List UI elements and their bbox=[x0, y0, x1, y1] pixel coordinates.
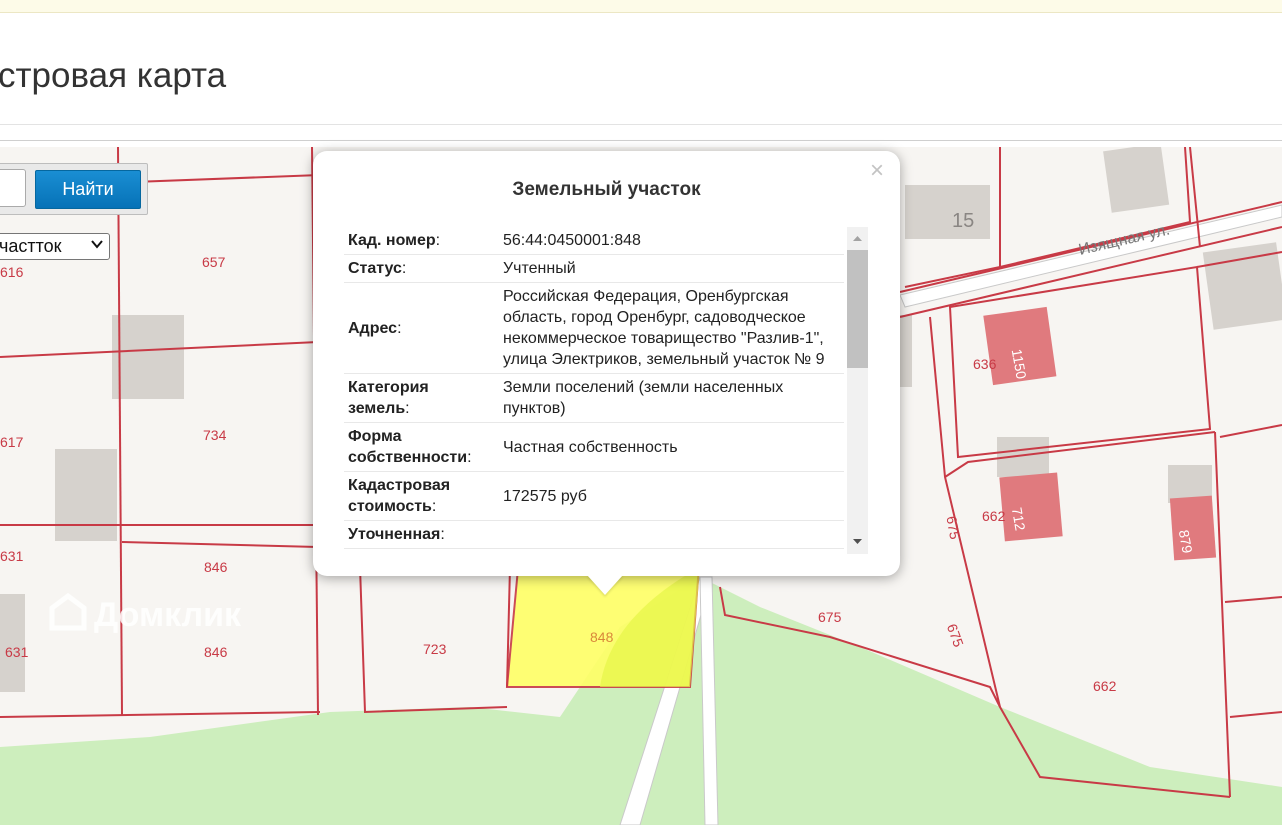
popup-title: Земельный участок bbox=[512, 179, 701, 200]
row-value: Учтенный bbox=[495, 254, 844, 283]
parcel-label: 723 bbox=[423, 641, 447, 657]
popup-scrollbar[interactable] bbox=[847, 227, 868, 554]
parcel-info-table-viewport[interactable]: Кад. номер: 56:44:0450001:848 Статус: Учтен… bbox=[344, 227, 844, 554]
chevron-down-icon bbox=[91, 240, 103, 249]
table-row: Кадастровая стоимость: 172575 руб bbox=[344, 471, 844, 521]
parcel-label: 675 bbox=[818, 609, 842, 625]
row-label-text: Адрес bbox=[348, 319, 398, 337]
domclick-watermark: Домклик bbox=[48, 592, 241, 635]
parcel-label: 631 bbox=[0, 548, 24, 564]
row-label: Адрес: bbox=[344, 282, 495, 374]
row-value: 172575 руб bbox=[495, 471, 844, 521]
notification-bar bbox=[0, 0, 1282, 13]
parcel-label: 848 bbox=[590, 629, 614, 645]
row-label: Статус: bbox=[344, 254, 495, 283]
row-label: Уточненная: bbox=[344, 520, 495, 549]
scrollbar-thumb[interactable] bbox=[847, 250, 868, 368]
row-value: Земли поселений (земли населенных пункто… bbox=[495, 373, 844, 423]
parcel-label: 675 bbox=[943, 515, 963, 541]
parcel-label: 631 bbox=[5, 644, 29, 660]
row-label: Категория земель: bbox=[344, 373, 495, 423]
parcel-label: 662 bbox=[1093, 678, 1117, 694]
row-value bbox=[495, 520, 844, 549]
watermark-text: Домклик bbox=[94, 596, 242, 634]
home-logo-icon bbox=[49, 592, 87, 631]
scroll-down-arrow-icon[interactable] bbox=[847, 535, 868, 549]
divider bbox=[0, 124, 1282, 125]
row-label: Форма собственности: bbox=[344, 422, 495, 472]
parcel-label: 636 bbox=[973, 356, 997, 372]
row-label-text: Форма собственности bbox=[348, 428, 468, 466]
table-row: Уточненная: bbox=[344, 520, 844, 549]
scroll-up-arrow-icon[interactable] bbox=[847, 231, 868, 245]
parcel-label: 616 bbox=[0, 264, 24, 280]
object-type-value: частток bbox=[0, 236, 62, 256]
popup-pointer bbox=[587, 575, 623, 595]
row-value: Частная собственность bbox=[495, 422, 844, 472]
parcel-info-table: Кад. номер: 56:44:0450001:848 Статус: Учтен… bbox=[344, 227, 844, 549]
table-row: Адрес: Российская Федерация, Оренбургская… bbox=[344, 282, 844, 374]
parcel-label: 675 bbox=[944, 622, 967, 650]
parcel-label: 617 bbox=[0, 434, 24, 450]
parcel-label: 734 bbox=[203, 427, 227, 443]
row-label-text: Статус bbox=[348, 260, 402, 277]
table-row: Форма собственности: Частная собственност… bbox=[344, 422, 844, 472]
table-row: Статус: Учтенный bbox=[344, 254, 844, 283]
find-button[interactable]: Найти bbox=[35, 170, 141, 209]
page-title: стровая карта bbox=[0, 56, 227, 95]
table-row: Кад. номер: 56:44:0450001:848 bbox=[344, 227, 844, 255]
divider bbox=[0, 140, 1282, 141]
parcel-label: 657 bbox=[202, 254, 226, 270]
row-value: 56:44:0450001:848 bbox=[495, 227, 844, 255]
row-label: Кад. номер: bbox=[344, 227, 495, 255]
row-label-text: Кад. номер bbox=[348, 232, 436, 249]
parcel-label: 662 bbox=[982, 508, 1006, 524]
row-label-text: Уточненная bbox=[348, 526, 441, 543]
parcel-label: 846 bbox=[204, 644, 228, 660]
row-value: Российская Федерация, Оренбургская облас… bbox=[495, 282, 844, 374]
row-label-text: Категория земель bbox=[348, 379, 429, 417]
building-label: 15 bbox=[952, 210, 974, 232]
parcel-label: 846 bbox=[204, 559, 228, 575]
cadastral-number-input[interactable] bbox=[0, 169, 26, 207]
row-label: Кадастровая стоимость: bbox=[344, 471, 495, 521]
object-type-select[interactable]: частток bbox=[0, 233, 110, 260]
table-row: Категория земель: Земли поселений (земли … bbox=[344, 373, 844, 423]
